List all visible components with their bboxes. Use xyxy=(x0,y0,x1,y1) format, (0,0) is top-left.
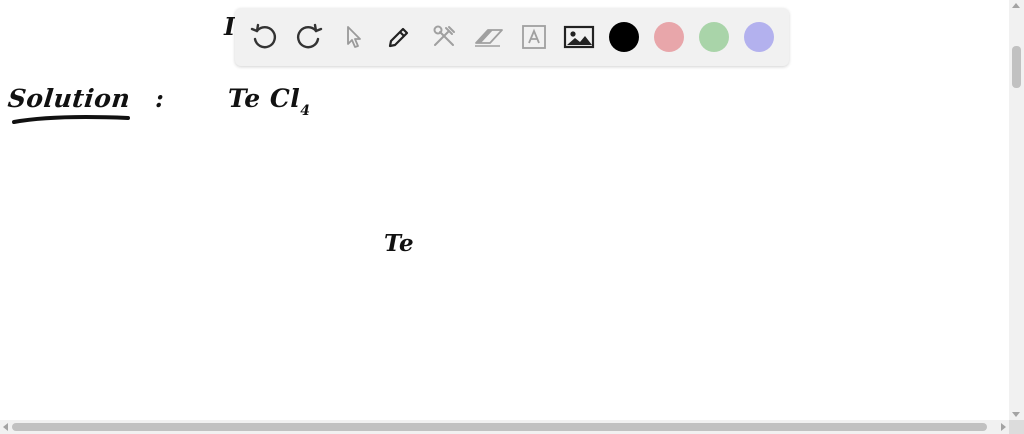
solution-label: Solution xyxy=(6,84,132,113)
color-swatch-blue[interactable] xyxy=(744,22,774,52)
tools-button[interactable] xyxy=(427,20,461,54)
scroll-down-arrow-icon[interactable] xyxy=(1012,412,1020,417)
scroll-up-arrow-icon[interactable] xyxy=(1012,3,1020,8)
center-atom-label: Te xyxy=(384,230,415,257)
solution-underline xyxy=(12,115,130,124)
redo-icon xyxy=(297,23,323,49)
pen-button[interactable] xyxy=(382,20,416,54)
vertical-scrollbar[interactable] xyxy=(1009,0,1024,420)
wrench-hammer-icon xyxy=(433,25,455,46)
color-swatch-black[interactable] xyxy=(609,22,639,52)
formula-main: Te Cl xyxy=(228,84,301,113)
pointer-icon xyxy=(347,26,361,48)
color-swatch-red[interactable] xyxy=(654,22,684,52)
scroll-left-arrow-icon[interactable] xyxy=(3,423,8,431)
text-button[interactable] xyxy=(517,20,551,54)
horizontal-scroll-thumb[interactable] xyxy=(12,423,987,431)
vertical-scroll-thumb[interactable] xyxy=(1012,46,1021,88)
formula-text: Te Cl4 xyxy=(228,84,311,119)
undo-button[interactable] xyxy=(247,20,281,54)
color-swatch-green[interactable] xyxy=(699,22,729,52)
pencil-icon xyxy=(388,27,409,48)
eraser-button[interactable] xyxy=(472,20,506,54)
formula-subscript: 4 xyxy=(300,103,311,119)
scroll-right-arrow-icon[interactable] xyxy=(1001,423,1006,431)
select-button[interactable] xyxy=(337,20,371,54)
colon-mark: : xyxy=(155,84,165,113)
drawing-toolbar xyxy=(235,8,789,66)
horizontal-scrollbar[interactable] xyxy=(0,420,1009,434)
scrollbar-corner xyxy=(1009,420,1024,434)
partial-ink-stroke: I xyxy=(224,12,236,41)
image-icon xyxy=(563,25,595,49)
undo-icon xyxy=(250,23,276,49)
eraser-icon xyxy=(475,29,503,47)
image-button[interactable] xyxy=(562,20,596,54)
redo-button[interactable] xyxy=(292,20,326,54)
text-box-icon xyxy=(522,25,546,49)
